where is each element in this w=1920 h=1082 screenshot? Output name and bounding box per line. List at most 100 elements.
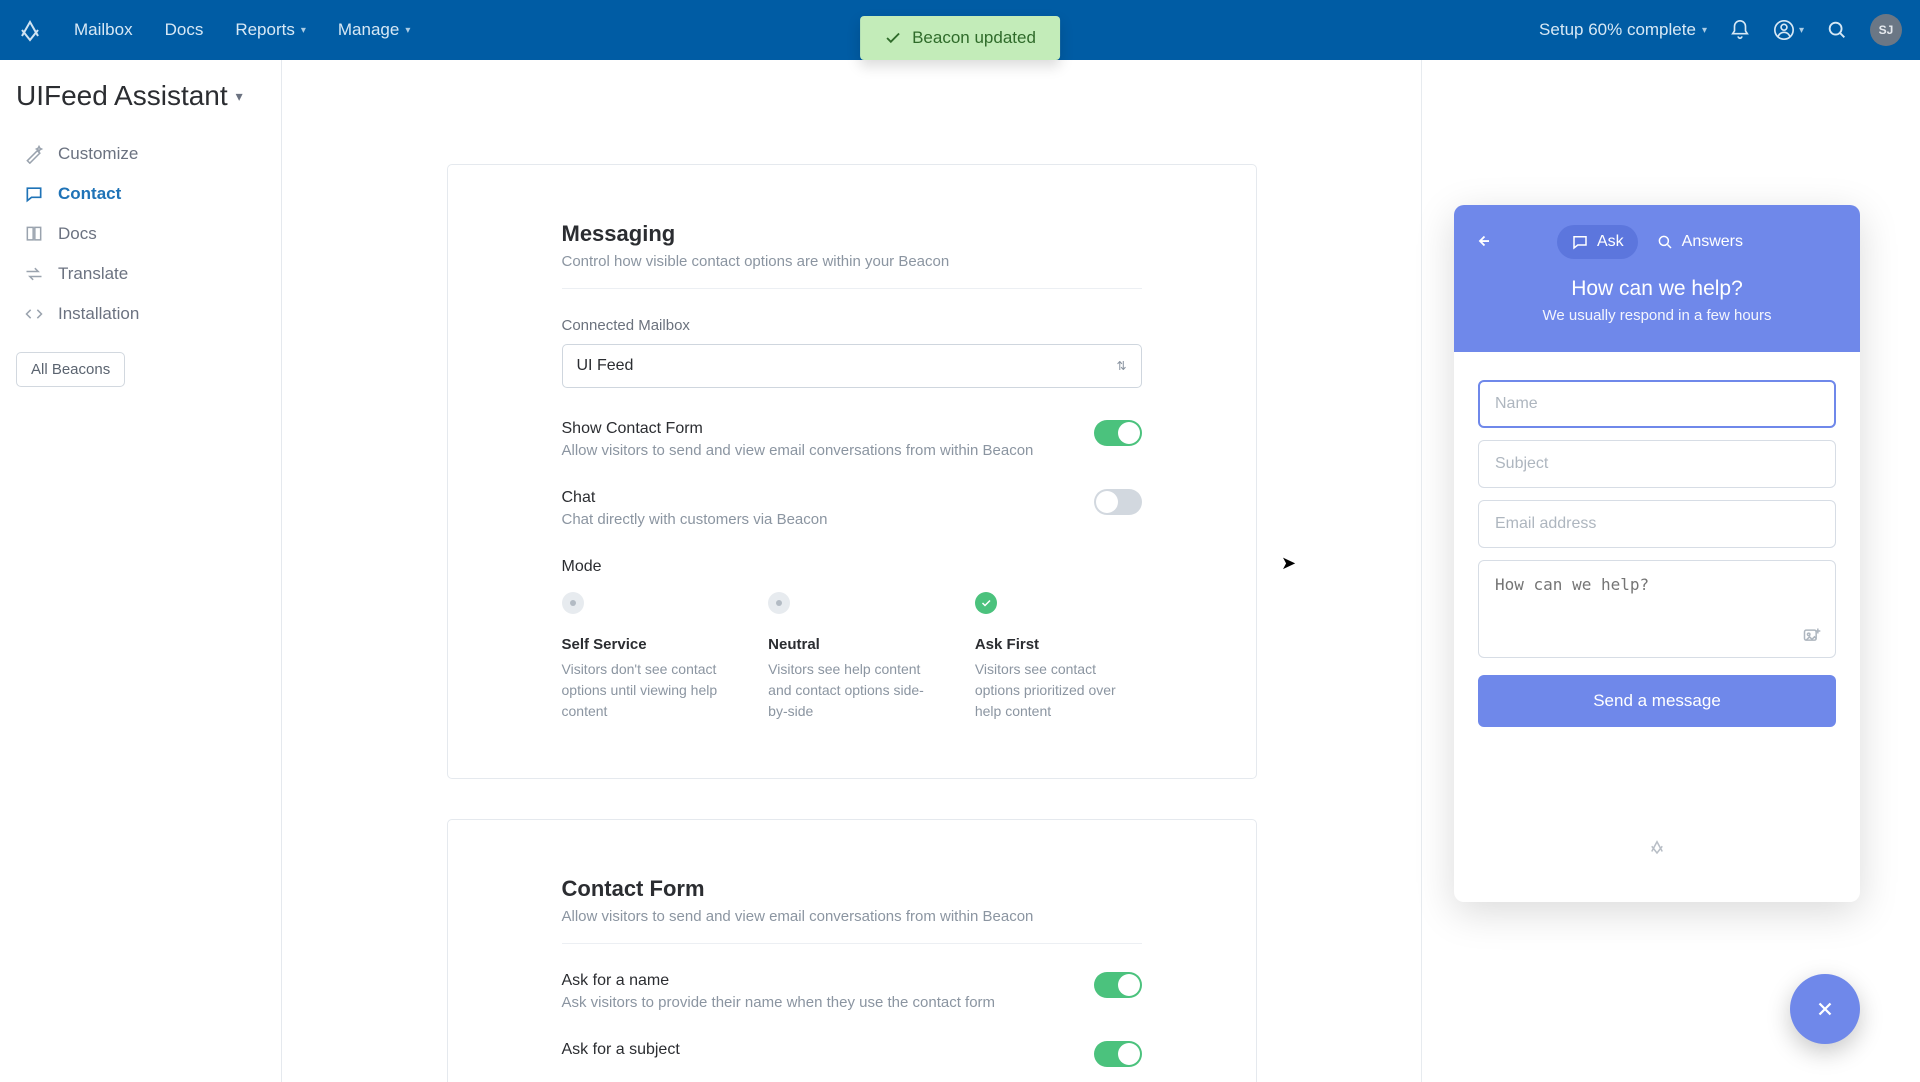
mode-neutral[interactable]: Neutral Visitors see help content and co… xyxy=(768,592,935,722)
image-plus-icon xyxy=(1802,626,1822,646)
widget-header: Ask Answers How can we help? We usually … xyxy=(1454,205,1860,352)
nav-reports[interactable]: Reports ▾ xyxy=(223,12,318,48)
nav-links: Mailbox Docs Reports ▾ Manage ▾ xyxy=(62,12,422,48)
beacon-widget: Ask Answers How can we help? We usually … xyxy=(1454,205,1860,902)
widget-tab-label: Answers xyxy=(1682,233,1743,251)
widget-tab-label: Ask xyxy=(1597,233,1624,251)
sidebar: UIFeed Assistant ▾ Customize Contact Doc… xyxy=(0,60,282,1082)
widget-body-wrap xyxy=(1478,560,1836,661)
row-title: Ask for a name xyxy=(562,972,996,990)
widget-subtitle: We usually respond in a few hours xyxy=(1474,307,1840,324)
person-circle-icon xyxy=(1773,19,1795,41)
search-icon xyxy=(1656,233,1674,251)
nav-reports-label: Reports xyxy=(235,20,295,40)
nav-mailbox[interactable]: Mailbox xyxy=(62,12,145,48)
row-ask-subject: Ask for a subject xyxy=(562,1041,1142,1067)
top-nav: Mailbox Docs Reports ▾ Manage ▾ Setup 60… xyxy=(0,0,1920,60)
row-title: Ask for a subject xyxy=(562,1041,680,1059)
widget-tab-answers[interactable]: Answers xyxy=(1642,225,1757,259)
messaging-card: Messaging Control how visible contact op… xyxy=(447,164,1257,779)
helpscout-logo-icon xyxy=(1648,838,1666,856)
setup-progress-text: Setup 60% complete xyxy=(1539,20,1696,40)
widget-title: How can we help? xyxy=(1474,277,1840,301)
mode-self-service[interactable]: Self Service Visitors don't see contact … xyxy=(562,592,729,722)
sidebar-item-docs[interactable]: Docs xyxy=(16,214,265,254)
radio-unchecked-icon xyxy=(768,592,790,614)
brand-logo[interactable] xyxy=(18,18,42,42)
row-desc: Ask visitors to provide their name when … xyxy=(562,994,996,1011)
row-title: Chat xyxy=(562,489,828,507)
book-icon xyxy=(24,224,44,244)
mode-ask-first[interactable]: Ask First Visitors see contact options p… xyxy=(975,592,1142,722)
sidebar-item-label: Installation xyxy=(58,304,139,324)
connected-mailbox-value: UI Feed xyxy=(577,357,634,375)
widget-back-button[interactable] xyxy=(1474,232,1492,253)
code-icon xyxy=(24,304,44,324)
contact-form-title: Contact Form xyxy=(562,876,1142,902)
beacon-name: UIFeed Assistant xyxy=(16,80,228,112)
messaging-title: Messaging xyxy=(562,221,1142,247)
sidebar-item-label: Customize xyxy=(58,144,138,164)
toggle-show-contact-form[interactable] xyxy=(1094,420,1142,446)
chat-icon xyxy=(24,184,44,204)
chevron-down-icon: ▾ xyxy=(405,25,410,36)
notifications-button[interactable] xyxy=(1729,19,1751,41)
chevron-down-icon: ▾ xyxy=(1702,25,1707,36)
nav-docs[interactable]: Docs xyxy=(153,12,216,48)
toggle-chat[interactable] xyxy=(1094,489,1142,515)
widget-body-textarea[interactable] xyxy=(1478,560,1836,658)
mode-desc: Visitors see contact options prioritized… xyxy=(975,659,1142,722)
attach-button[interactable] xyxy=(1802,626,1822,649)
sidebar-item-contact[interactable]: Contact xyxy=(16,174,265,214)
close-icon xyxy=(1814,998,1836,1020)
messaging-subtitle: Control how visible contact options are … xyxy=(562,253,1142,270)
widget-tabs: Ask Answers xyxy=(1557,225,1757,259)
sidebar-item-label: Contact xyxy=(58,184,121,204)
all-beacons-button[interactable]: All Beacons xyxy=(16,352,125,387)
beacon-switcher[interactable]: UIFeed Assistant ▾ xyxy=(16,80,265,112)
swap-icon xyxy=(24,264,44,284)
sidebar-item-translate[interactable]: Translate xyxy=(16,254,265,294)
chat-bubble-icon xyxy=(1571,233,1589,251)
mode-desc: Visitors see help content and contact op… xyxy=(768,659,935,722)
mode-label: Mode xyxy=(562,558,1142,576)
account-avatar[interactable]: SJ xyxy=(1870,14,1902,46)
row-desc: Allow visitors to send and view email co… xyxy=(562,442,1034,459)
beacon-preview: Ask Answers How can we help? We usually … xyxy=(1454,205,1860,902)
widget-subject-input[interactable] xyxy=(1478,440,1836,488)
search-button[interactable] xyxy=(1826,19,1848,41)
nav-right: Setup 60% complete ▾ ▾ SJ xyxy=(1539,14,1902,46)
people-button[interactable]: ▾ xyxy=(1773,19,1804,41)
radio-checked-icon xyxy=(975,592,997,614)
mode-title: Neutral xyxy=(768,636,935,653)
main-scroll[interactable]: Messaging Control how visible contact op… xyxy=(282,60,1422,1082)
toggle-ask-subject[interactable] xyxy=(1094,1041,1142,1067)
widget-send-button[interactable]: Send a message xyxy=(1478,675,1836,727)
sidebar-item-label: Docs xyxy=(58,224,97,244)
setup-progress-link[interactable]: Setup 60% complete ▾ xyxy=(1539,20,1707,40)
row-chat: Chat Chat directly with customers via Be… xyxy=(562,489,1142,528)
mode-title: Self Service xyxy=(562,636,729,653)
row-show-contact-form: Show Contact Form Allow visitors to send… xyxy=(562,420,1142,459)
widget-footer xyxy=(1478,838,1836,874)
sidebar-item-installation[interactable]: Installation xyxy=(16,294,265,334)
mode-row: Self Service Visitors don't see contact … xyxy=(562,592,1142,722)
divider xyxy=(562,288,1142,289)
sidebar-item-label: Translate xyxy=(58,264,128,284)
chevron-down-icon: ▾ xyxy=(236,88,243,105)
mode-desc: Visitors don't see contact options until… xyxy=(562,659,729,722)
toggle-ask-name[interactable] xyxy=(1094,972,1142,998)
widget-body: Send a message xyxy=(1454,352,1860,902)
widget-name-input[interactable] xyxy=(1478,380,1836,428)
toast-text: Beacon updated xyxy=(912,28,1036,48)
beacon-fab[interactable] xyxy=(1790,974,1860,1044)
nav-manage[interactable]: Manage ▾ xyxy=(326,12,422,48)
magic-wand-icon xyxy=(24,144,44,164)
widget-email-input[interactable] xyxy=(1478,500,1836,548)
toast-success: Beacon updated xyxy=(860,16,1060,60)
connected-mailbox-select[interactable]: UI Feed ⇅ xyxy=(562,344,1142,388)
chevron-down-icon: ▾ xyxy=(301,25,306,36)
contact-form-subtitle: Allow visitors to send and view email co… xyxy=(562,908,1142,925)
widget-tab-ask[interactable]: Ask xyxy=(1557,225,1638,259)
sidebar-item-customize[interactable]: Customize xyxy=(16,134,265,174)
